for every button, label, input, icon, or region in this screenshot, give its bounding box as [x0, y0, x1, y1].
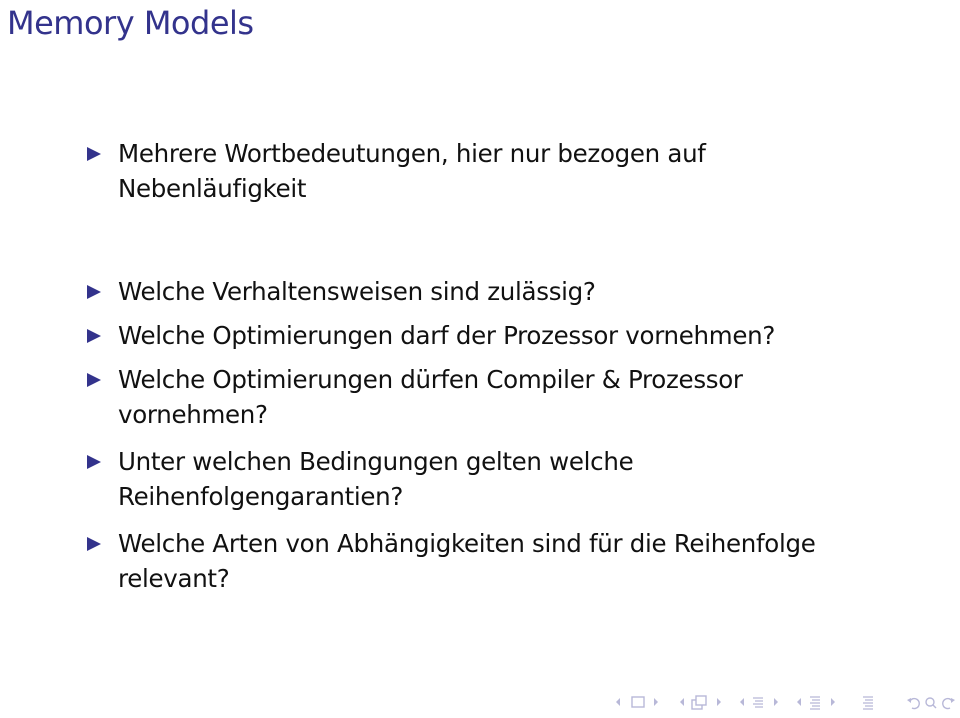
arrow-left-icon[interactable] — [738, 695, 746, 709]
triangle-bullet-icon — [87, 455, 101, 469]
triangle-bullet-icon — [87, 537, 101, 551]
item-line: relevant? — [118, 564, 230, 593]
document-icon[interactable] — [861, 695, 875, 711]
arrow-left-icon[interactable] — [795, 695, 803, 709]
list-item: Mehrere Wortbedeutungen, hier nur bezoge… — [87, 136, 867, 206]
item-line: Welche Optimierungen darf der Prozessor … — [118, 321, 776, 350]
triangle-bullet-icon — [87, 285, 101, 299]
search-icon[interactable] — [924, 695, 938, 711]
list-item: Unter welchen Bedingungen gelten welche … — [87, 444, 867, 514]
frame-icon[interactable] — [630, 695, 646, 709]
item-line: Mehrere Wortbedeutungen, hier nur bezoge… — [118, 139, 706, 168]
list-item: Welche Optimierungen dürfen Compiler & P… — [87, 362, 867, 432]
arrow-left-icon[interactable] — [678, 695, 686, 709]
list-item: Welche Verhaltensweisen sind zulässig? — [87, 274, 867, 309]
triangle-bullet-icon — [87, 373, 101, 387]
subsection-icon[interactable] — [690, 695, 708, 711]
item-line: Nebenläufigkeit — [118, 174, 307, 203]
list-item: Welche Optimierungen darf der Prozessor … — [87, 318, 867, 353]
item-line: Reihenfolgengarantien? — [118, 482, 404, 511]
item-line: Welche Verhaltensweisen sind zulässig? — [118, 277, 596, 306]
subsection-list-icon[interactable] — [808, 695, 822, 711]
slide: Memory Models Mehrere Wortbedeutungen, h… — [0, 0, 960, 718]
list-item: Welche Arten von Abhängigkeiten sind für… — [87, 526, 867, 596]
item-line: Welche Optimierungen dürfen Compiler & P… — [118, 365, 743, 394]
arrow-right-icon[interactable] — [652, 695, 660, 709]
arrow-right-icon[interactable] — [772, 695, 780, 709]
redo-icon[interactable] — [940, 695, 956, 711]
section-icon[interactable] — [751, 695, 765, 711]
item-line: Welche Arten von Abhängigkeiten sind für… — [118, 529, 816, 558]
beamer-navigation-bar — [606, 693, 956, 713]
triangle-bullet-icon — [87, 147, 101, 161]
arrow-left-icon[interactable] — [614, 695, 622, 709]
arrow-right-icon[interactable] — [829, 695, 837, 709]
triangle-bullet-icon — [87, 329, 101, 343]
undo-icon[interactable] — [906, 695, 922, 711]
frame-title: Memory Models — [7, 4, 254, 42]
item-line: Unter welchen Bedingungen gelten welche — [118, 447, 634, 476]
arrow-right-icon[interactable] — [715, 695, 723, 709]
item-line: vornehmen? — [118, 400, 268, 429]
